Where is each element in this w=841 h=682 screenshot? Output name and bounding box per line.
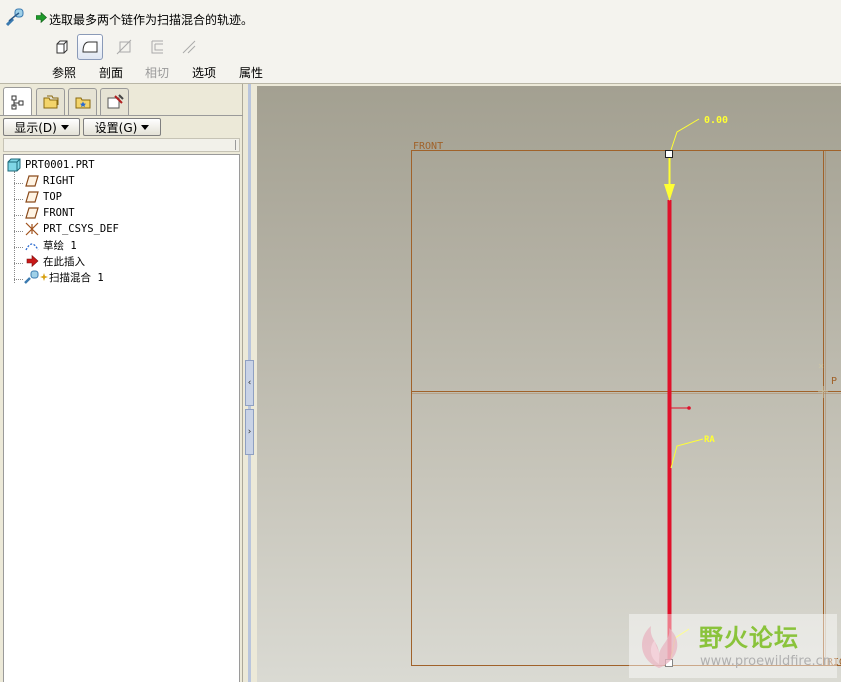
tree-item-label: PRT_CSYS_DEF xyxy=(43,223,119,235)
tab-options[interactable]: 选项 xyxy=(192,64,216,81)
swept-blend-icon xyxy=(24,270,39,284)
chevron-down-icon xyxy=(141,124,150,130)
surface-button[interactable] xyxy=(77,34,103,60)
show-dropdown-label: 显示(D) xyxy=(14,120,57,135)
tab-references[interactable]: 参照 xyxy=(52,64,76,81)
tree-item-top[interactable]: TOP xyxy=(24,189,62,205)
front-plane-label: FRONT xyxy=(413,141,443,152)
front-datum-plane[interactable] xyxy=(411,150,841,666)
tab-strip-divider xyxy=(0,115,243,116)
navigator-panel: 显示(D) 设置(G) PRT0001.PRT RIGHT TOP FRONT … xyxy=(0,84,243,682)
tree-column-header[interactable] xyxy=(3,138,240,152)
show-dropdown[interactable]: 显示(D) xyxy=(3,118,80,136)
tree-connector xyxy=(14,231,23,232)
tab-folder-browser[interactable] xyxy=(36,88,65,115)
datum-plane-icon xyxy=(25,191,39,203)
tree-connector xyxy=(14,263,23,264)
collapse-panel-button[interactable]: ‹ xyxy=(245,360,254,406)
direction-arrow-icon[interactable] xyxy=(664,184,675,201)
thicken-icon xyxy=(151,40,163,54)
tree-connector xyxy=(14,215,23,216)
tab-properties[interactable]: 属性 xyxy=(239,64,263,81)
graphics-window[interactable]: FRONT P RIG 0.00 RA xyxy=(257,86,841,682)
blend-edge-button xyxy=(176,34,202,60)
tree-item-insert-here[interactable]: 在此插入 xyxy=(24,253,85,269)
tree-item-label: TOP xyxy=(43,191,62,203)
favorites-folder-icon xyxy=(75,97,90,109)
wildfire-logo-icon xyxy=(641,626,678,668)
watermark-url: www.proewildfire.cn xyxy=(700,654,831,669)
start-point-handle[interactable] xyxy=(665,150,673,158)
part-icon xyxy=(7,158,21,172)
datum-plane-icon xyxy=(25,207,39,219)
tree-item-label: PRT0001.PRT xyxy=(25,159,95,171)
sketch-icon xyxy=(25,243,39,251)
settings-dropdown[interactable]: 设置(G) xyxy=(83,118,161,136)
start-value-leader xyxy=(670,118,700,151)
top-plane-label: P xyxy=(831,376,837,387)
tree-item-label: RIGHT xyxy=(43,175,75,187)
tree-connector xyxy=(14,183,23,184)
column-separator[interactable] xyxy=(235,140,236,150)
folder-browser-icon xyxy=(43,95,58,109)
swept-blend-icon xyxy=(5,8,24,27)
tree-connector xyxy=(14,247,23,248)
tree-item-sketch[interactable]: 草绘 1 xyxy=(24,237,77,253)
remove-material-icon xyxy=(116,39,132,55)
tree-item-label: 扫描混合 1 xyxy=(49,271,104,284)
blend-edge-icon xyxy=(182,40,196,54)
insert-here-arrow-icon xyxy=(26,254,39,268)
panel-sash[interactable]: ‹ › xyxy=(243,84,257,682)
solid-icon xyxy=(56,40,68,54)
tree-item-csys[interactable]: PRT_CSYS_DEF xyxy=(24,221,119,237)
feature-dashboard: 选取最多两个链作为扫描混合的轨迹。 参照 剖面 相切 选项 属性 xyxy=(0,0,841,84)
forum-watermark: 野火论坛 www.proewildfire.cn xyxy=(629,614,837,678)
expand-panel-button[interactable]: › xyxy=(245,409,254,455)
solid-button[interactable] xyxy=(49,34,75,60)
connections-icon xyxy=(107,94,124,109)
under-construction-icon xyxy=(40,273,48,281)
tab-sections[interactable]: 剖面 xyxy=(99,64,123,81)
tree-item-swept-blend[interactable]: 扫描混合 1 xyxy=(24,269,104,285)
settings-dropdown-label: 设置(G) xyxy=(94,120,138,135)
start-value-label[interactable]: 0.00 xyxy=(704,115,728,126)
watermark-title: 野火论坛 xyxy=(699,624,799,652)
surface-icon xyxy=(82,41,98,53)
tree-item-label: 在此插入 xyxy=(43,255,85,268)
model-tree-icon xyxy=(11,95,23,110)
tree-item-label: 草绘 1 xyxy=(43,239,77,252)
tab-model-tree[interactable] xyxy=(3,87,32,116)
tree-item-right[interactable]: RIGHT xyxy=(24,173,75,189)
model-view[interactable]: FRONT P RIG 0.00 RA xyxy=(257,86,841,682)
remove-material-button xyxy=(111,34,137,60)
tab-connections[interactable] xyxy=(100,88,129,115)
tab-favorites[interactable] xyxy=(68,88,97,115)
chevron-down-icon xyxy=(60,124,69,130)
datum-plane-icon xyxy=(25,175,39,187)
tree-connector xyxy=(14,171,15,283)
param-label[interactable]: RA xyxy=(704,435,715,445)
tree-connector xyxy=(14,199,23,200)
csys-icon xyxy=(25,222,39,236)
param-leader xyxy=(670,438,704,469)
tab-tangency: 相切 xyxy=(145,66,170,80)
tree-item-part[interactable]: PRT0001.PRT xyxy=(6,157,95,173)
prompt-arrow-icon xyxy=(36,12,47,23)
tree-item-front[interactable]: FRONT xyxy=(24,205,75,221)
model-tree: PRT0001.PRT RIGHT TOP FRONT PRT_CSYS_DEF xyxy=(3,154,240,682)
thicken-button xyxy=(144,34,170,60)
tree-connector xyxy=(14,279,23,280)
message-prompt: 选取最多两个链作为扫描混合的轨迹。 xyxy=(49,13,254,27)
section-location-dot[interactable] xyxy=(687,406,691,410)
tree-item-label: FRONT xyxy=(43,207,75,219)
